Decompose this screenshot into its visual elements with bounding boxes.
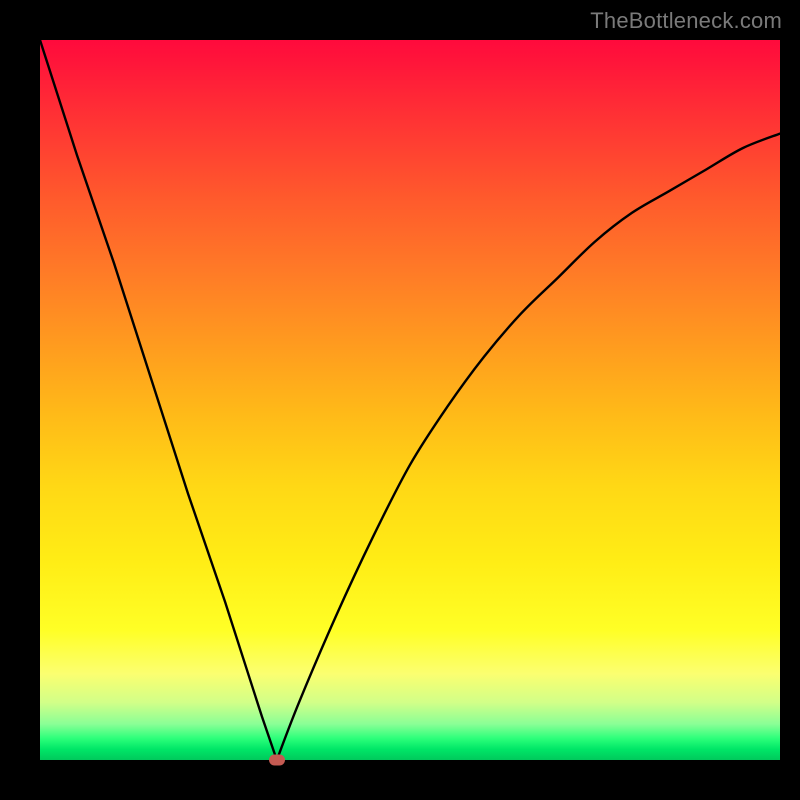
bottleneck-curve	[40, 40, 780, 760]
plot-area	[40, 40, 780, 760]
watermark-text: TheBottleneck.com	[590, 8, 782, 34]
curve-minimum-marker	[269, 755, 285, 766]
chart-frame: TheBottleneck.com	[0, 0, 800, 800]
